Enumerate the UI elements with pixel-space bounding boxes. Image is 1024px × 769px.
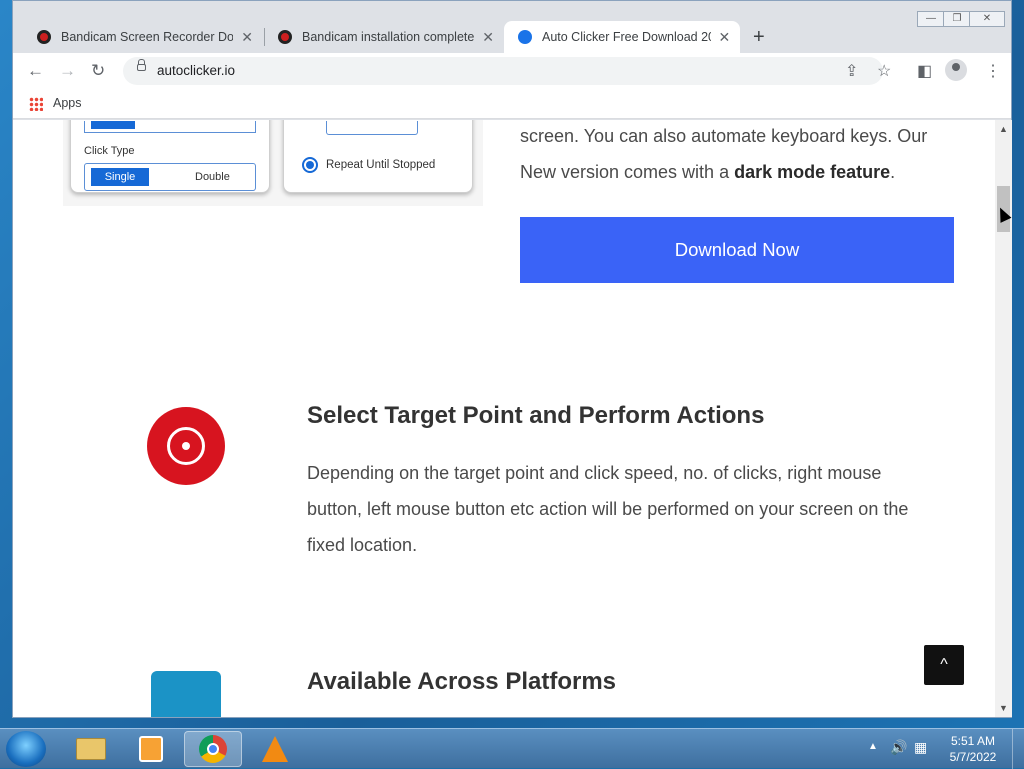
apps-bookmark[interactable]: Apps: [53, 96, 82, 110]
download-now-button[interactable]: Download Now: [520, 217, 954, 283]
click-type-label: Click Type: [84, 145, 135, 157]
browser-window: Bandicam Screen Recorder Download ✕ Band…: [12, 0, 1012, 718]
show-desktop-button[interactable]: [1012, 729, 1024, 769]
vlc-taskbar-button[interactable]: [246, 731, 304, 767]
dark-mode-highlight: dark mode feature: [734, 162, 891, 182]
repeat-panel: Repeat Until Stopped: [283, 120, 473, 193]
menu-icon[interactable]: ⋮: [985, 61, 1001, 81]
minimize-button[interactable]: —: [917, 11, 945, 27]
tab-bandicam-installed[interactable]: Bandicam installation completed ✕: [264, 21, 504, 53]
network-icon[interactable]: ▦: [914, 739, 927, 756]
tab-close-icon[interactable]: ✕: [717, 29, 732, 46]
vlc-cone-icon: [262, 736, 288, 762]
scroll-down-arrow-icon[interactable]: ▼: [995, 703, 1012, 713]
apps-grid-icon[interactable]: [29, 97, 43, 111]
share-icon[interactable]: ⇪: [845, 61, 858, 81]
browser-toolbar: ← → ↻ autoclicker.io ⇪ ☆ ◧ ⋮: [13, 53, 1011, 89]
bandicam-favicon-icon: [278, 30, 292, 44]
volume-icon[interactable]: 🔊: [890, 739, 907, 756]
profile-avatar-icon[interactable]: [945, 59, 967, 81]
tab-title: Auto Clicker Free Download 2022: [542, 30, 711, 44]
target-icon: [147, 407, 225, 485]
show-hidden-icons-icon[interactable]: ▲: [868, 741, 878, 752]
lock-icon[interactable]: [137, 59, 146, 71]
back-to-top-button[interactable]: ^: [924, 645, 964, 685]
scroll-up-arrow-icon[interactable]: ▲: [995, 124, 1012, 134]
tab-close-icon[interactable]: ✕: [239, 29, 255, 46]
maximize-button[interactable]: ❐: [943, 11, 971, 27]
autoclicker-favicon-icon: [518, 30, 532, 44]
new-tab-button[interactable]: +: [753, 26, 765, 49]
close-window-button[interactable]: ✕: [969, 11, 1005, 27]
start-button[interactable]: [6, 731, 46, 767]
forward-button[interactable]: →: [59, 61, 76, 81]
description-period: .: [890, 162, 896, 182]
side-panel-icon[interactable]: ◧: [917, 61, 932, 81]
back-button[interactable]: ←: [27, 61, 44, 81]
clock-date[interactable]: 5/7/2022: [944, 750, 1002, 764]
tab-auto-clicker[interactable]: Auto Clicker Free Download 2022 ✕: [504, 21, 740, 53]
chrome-taskbar-button[interactable]: [184, 731, 242, 767]
single-click-option: Single: [91, 168, 149, 186]
address-bar[interactable]: autoclicker.io: [123, 57, 883, 85]
click-type-panel: Click Type Single Double: [70, 120, 270, 193]
folder-icon: [76, 738, 106, 760]
repeat-radio-icon: [302, 157, 318, 173]
feature-description: Depending on the target point and click …: [307, 463, 909, 555]
tab-title: Bandicam installation completed: [302, 30, 475, 44]
click-type-selector: Single Double: [84, 163, 256, 191]
tab-title: Bandicam Screen Recorder Download: [61, 30, 234, 44]
tab-close-icon[interactable]: ✕: [480, 29, 496, 46]
bookmarks-bar: Apps: [13, 89, 1011, 119]
description-paragraph: screen. You can also automate keyboard k…: [520, 120, 960, 190]
platforms-icon: [151, 671, 221, 717]
platforms-title: Available Across Platforms: [307, 668, 617, 695]
media-player-taskbar-button[interactable]: [122, 731, 180, 767]
repeat-count-field: [326, 121, 418, 135]
option-box: [84, 121, 256, 133]
media-player-icon: [139, 736, 163, 762]
url-text[interactable]: autoclicker.io: [157, 63, 235, 78]
taskbar: ▲ 🔊 ▦ 5:51 AM 5/7/2022: [0, 728, 1024, 769]
tab-bandicam-download[interactable]: Bandicam Screen Recorder Download ✕: [23, 21, 263, 53]
bandicam-favicon-icon: [37, 30, 51, 44]
chrome-icon: [199, 735, 227, 763]
reload-button[interactable]: ↻: [91, 61, 105, 81]
clock-time[interactable]: 5:51 AM: [950, 734, 996, 748]
selected-option-highlight: [91, 121, 135, 129]
feature-title: Select Target Point and Perform Actions: [307, 402, 765, 429]
file-explorer-taskbar-button[interactable]: [62, 731, 120, 767]
page-viewport: Click Type Single Double Repeat Until St…: [13, 120, 995, 717]
bookmark-star-icon[interactable]: ☆: [877, 61, 891, 81]
app-screenshot-image: Click Type Single Double Repeat Until St…: [63, 120, 483, 206]
tab-strip: Bandicam Screen Recorder Download ✕ Band…: [13, 1, 1011, 53]
repeat-until-stopped-label: Repeat Until Stopped: [326, 159, 436, 171]
double-click-option: Double: [195, 171, 230, 183]
